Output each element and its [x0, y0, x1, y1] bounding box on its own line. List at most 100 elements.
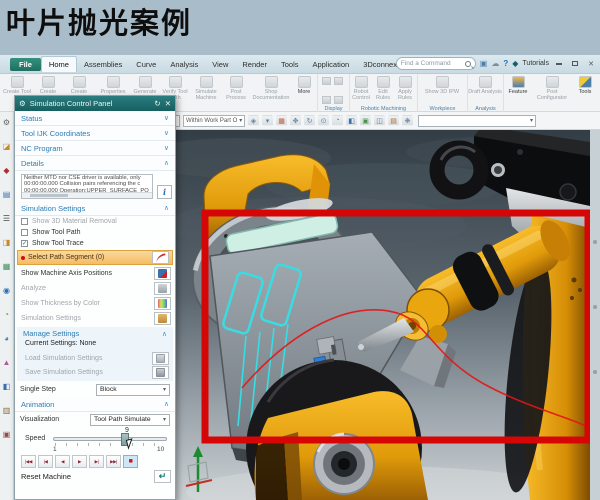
tab-render[interactable]: Render: [235, 57, 274, 72]
panel-titlebar[interactable]: ⚙ Simulation Control Panel ↻ ✕: [15, 96, 175, 111]
stop-button[interactable]: ■: [123, 455, 138, 468]
reset-machine-button[interactable]: ↵: [154, 470, 171, 483]
checkbox-icon[interactable]: [21, 218, 28, 225]
rotate-icon[interactable]: ↻: [304, 115, 315, 126]
simulation-settings-button[interactable]: [154, 312, 171, 325]
roles-gear-icon[interactable]: ⚙: [3, 118, 10, 127]
tab-analysis[interactable]: Analysis: [163, 57, 205, 72]
tab-home[interactable]: Home: [41, 56, 77, 72]
checkbox-icon[interactable]: [21, 229, 28, 236]
show-machine-axis-row[interactable]: Show Machine Axis Positions: [15, 266, 175, 281]
zoom-icon[interactable]: ⊙: [318, 115, 329, 126]
machine-axis-button[interactable]: [154, 267, 171, 280]
manufacturing-wizard-icon[interactable]: ▲: [3, 358, 11, 367]
find-command-input[interactable]: Find a Command: [396, 57, 476, 70]
skip-to-end-button[interactable]: ▶▶|: [106, 455, 121, 468]
panel-reset-icon[interactable]: ↻: [154, 99, 160, 108]
skip-to-start-button[interactable]: |◀◀: [21, 455, 36, 468]
internet-explorer-icon[interactable]: ◉: [3, 286, 10, 295]
verify-icon: [169, 76, 182, 88]
save-settings-button[interactable]: [152, 366, 169, 379]
section-animation[interactable]: Animation∧: [15, 397, 175, 412]
feature-button[interactable]: Feature: [504, 74, 532, 112]
select-path-segment-row[interactable]: Select Path Segment (0): [17, 250, 173, 265]
simulation-settings-row[interactable]: Simulation Settings: [15, 311, 175, 326]
path-segment-button[interactable]: [152, 251, 169, 264]
command-finder-field[interactable]: ▾: [418, 115, 536, 127]
section-nc-program[interactable]: NC Program∨: [15, 141, 175, 156]
section-status[interactable]: Status∨: [15, 111, 175, 126]
post-configurator-button[interactable]: Post Configurator: [534, 74, 570, 112]
help-icon[interactable]: ?: [503, 59, 508, 69]
selection-scope-combo[interactable]: Within Work Part O▾: [183, 115, 245, 127]
tutorials-label[interactable]: Tutorials: [522, 60, 549, 67]
assembly-navigator-icon[interactable]: ◪: [3, 142, 11, 151]
save-settings-row[interactable]: Save Simulation Settings: [17, 365, 173, 379]
layers-icon[interactable]: ▤: [388, 115, 399, 126]
step-back-button[interactable]: |◀: [38, 455, 53, 468]
cloud-icon[interactable]: ☁: [491, 59, 499, 69]
analyze-row[interactable]: Analyze: [15, 281, 175, 296]
details-scroll-thumb[interactable]: [30, 194, 68, 197]
file-menu-button[interactable]: File: [10, 58, 41, 71]
section-simulation-settings[interactable]: Simulation Settings∧: [15, 201, 175, 216]
menu-icon[interactable]: ▾: [262, 115, 273, 126]
visualization-label: Visualization: [20, 416, 59, 423]
snap-point-icon[interactable]: ◈: [248, 115, 259, 126]
play-backward-button[interactable]: ◀: [55, 455, 70, 468]
screen-share-icon[interactable]: ▣: [480, 59, 488, 69]
pan-icon[interactable]: ◔: [332, 115, 343, 126]
machine-navigator-icon[interactable]: ◨: [3, 238, 11, 247]
window-icon[interactable]: ▣: [360, 115, 371, 126]
wireframe-icon[interactable]: ◫: [374, 115, 385, 126]
load-settings-row[interactable]: Load Simulation Settings: [17, 351, 173, 365]
roles-icon[interactable]: ◧: [3, 382, 11, 391]
effects-icon[interactable]: ❋: [402, 115, 413, 126]
tab-assemblies[interactable]: Assemblies: [77, 57, 129, 72]
tab-view[interactable]: View: [205, 57, 235, 72]
page-title: 叶片抛光案例: [6, 0, 192, 42]
load-settings-button[interactable]: [152, 352, 169, 365]
panel-close-icon[interactable]: ✕: [165, 99, 171, 108]
operation-navigator-icon[interactable]: ☰: [3, 214, 10, 223]
restore-button[interactable]: [569, 58, 581, 69]
thickness-row[interactable]: Show Thickness by Color: [15, 296, 175, 311]
tools-button[interactable]: Tools: [572, 74, 598, 112]
viewport-3d[interactable]: [176, 130, 590, 500]
move-icon[interactable]: ✥: [290, 115, 301, 126]
section-manage-settings[interactable]: Manage Settings∧: [17, 327, 173, 340]
info-icon[interactable]: i: [157, 185, 172, 199]
constraint-navigator-icon[interactable]: ◆: [3, 166, 9, 175]
checkbox-checked-icon[interactable]: ✓: [21, 240, 28, 247]
tab-tools[interactable]: Tools: [274, 57, 306, 72]
thickness-button[interactable]: [154, 297, 171, 310]
step-forward-button[interactable]: ▶|: [89, 455, 104, 468]
visualization-select[interactable]: Tool Path Simulate▾: [90, 414, 170, 426]
check-show-3d-material-removal[interactable]: Show 3D Material Removal: [15, 216, 175, 227]
section-details[interactable]: Details∧: [15, 156, 175, 171]
touch-mode-icon[interactable]: ▦: [276, 115, 287, 126]
system-scenes-icon[interactable]: ▥: [3, 406, 11, 415]
post-process-icon: [230, 76, 243, 88]
details-scrollbar[interactable]: [22, 192, 152, 198]
minimize-button[interactable]: [553, 58, 565, 69]
reuse-library-icon[interactable]: ▦: [3, 262, 11, 271]
speed-slider-track[interactable]: [53, 437, 167, 441]
tab-application[interactable]: Application: [306, 57, 357, 72]
section-tool-ijk[interactable]: Tool IJK Coordinates∨: [15, 126, 175, 141]
history-icon[interactable]: ◔: [4, 310, 9, 319]
reset-machine-row[interactable]: Reset Machine ↵: [15, 469, 175, 484]
part-navigator-icon[interactable]: ▤: [3, 190, 11, 199]
shaded-view-icon[interactable]: ◧: [346, 115, 357, 126]
close-button[interactable]: ✕: [585, 58, 597, 69]
notes-icon[interactable]: ▣: [3, 430, 11, 439]
process-studio-icon[interactable]: ◕: [4, 334, 9, 343]
single-step-select[interactable]: Block▾: [96, 384, 170, 396]
check-show-tool-trace[interactable]: ✓ Show Tool Trace: [15, 238, 175, 249]
analyze-button[interactable]: [154, 282, 171, 295]
tab-curve[interactable]: Curve: [129, 57, 163, 72]
check-show-tool-path[interactable]: Show Tool Path: [15, 227, 175, 238]
create-icon-2: [73, 76, 86, 88]
play-forward-button[interactable]: ▶: [72, 455, 87, 468]
axis-positions-icon: [158, 269, 167, 278]
